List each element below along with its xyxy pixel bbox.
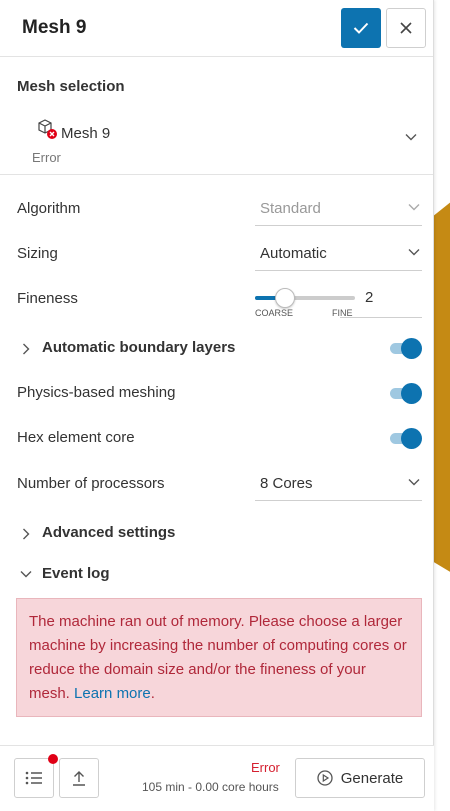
toggle-knob <box>401 383 422 404</box>
chevron-right-icon[interactable] <box>22 343 30 355</box>
export-button[interactable] <box>59 758 99 798</box>
event-log-row[interactable]: Event log <box>0 551 434 596</box>
generate-button[interactable]: Generate <box>295 758 425 798</box>
mesh-selection-dropdown[interactable]: Mesh 9 Error <box>0 105 433 175</box>
advanced-settings-label: Advanced settings <box>42 524 176 541</box>
advanced-settings-row[interactable]: Advanced settings <box>0 510 434 555</box>
physics-meshing-toggle[interactable] <box>390 382 422 404</box>
algorithm-select[interactable]: Standard <box>255 186 422 226</box>
confirm-button[interactable] <box>341 8 381 48</box>
processors-value: 8 Cores <box>260 475 313 492</box>
mesh-name: Mesh 9 <box>61 125 111 142</box>
boundary-layers-toggle[interactable] <box>390 337 422 359</box>
mesh-error-icon <box>38 119 57 139</box>
sizing-row: Sizing Automatic <box>0 231 434 276</box>
boundary-layers-row[interactable]: Automatic boundary layers <box>0 325 434 370</box>
notification-badge <box>48 754 58 764</box>
chevron-down-icon <box>408 479 420 486</box>
error-trailing: . <box>150 685 155 702</box>
algorithm-row: Algorithm Standard <box>0 186 434 231</box>
panel-header: Mesh 9 <box>0 0 433 57</box>
generate-label: Generate <box>340 769 404 787</box>
fineness-label: Fineness <box>17 290 78 307</box>
hex-core-row: Hex element core <box>0 415 434 460</box>
close-button[interactable] <box>386 8 426 48</box>
sizing-select[interactable]: Automatic <box>255 231 422 271</box>
toggle-knob <box>401 338 422 359</box>
check-icon <box>353 22 369 34</box>
chevron-down-icon <box>408 204 420 211</box>
hex-core-label: Hex element core <box>17 429 135 446</box>
play-icon <box>317 770 333 786</box>
toggle-knob <box>401 428 422 449</box>
chevron-down-icon <box>408 249 420 256</box>
hex-core-toggle[interactable] <box>390 427 422 449</box>
panel-footer: Error 105 min - 0.00 core hours Generate <box>0 745 434 811</box>
sizing-label: Sizing <box>17 245 58 262</box>
boundary-layers-label: Automatic boundary layers <box>42 339 236 356</box>
algorithm-value: Standard <box>260 200 321 217</box>
sizing-value: Automatic <box>260 245 327 262</box>
slider-min-label: COARSE <box>255 308 294 318</box>
upload-icon <box>73 771 85 786</box>
mesh-status: Error <box>32 150 61 165</box>
processors-row: Number of processors 8 Cores <box>0 461 434 506</box>
fineness-slider[interactable]: 2 COARSE FINE <box>255 288 395 319</box>
chevron-down-icon <box>405 134 417 141</box>
close-icon <box>400 22 412 34</box>
event-log-label: Event log <box>42 565 110 582</box>
usage-estimate: 105 min - 0.00 core hours <box>142 780 279 794</box>
mesh-panel: Mesh 9 Mesh selection Mesh 9 Error Algor… <box>0 0 434 811</box>
physics-meshing-label: Physics-based meshing <box>17 384 176 401</box>
fineness-input-underline <box>340 317 422 318</box>
chevron-down-icon[interactable] <box>20 570 32 578</box>
physics-meshing-row: Physics-based meshing <box>0 370 434 415</box>
slider-handle[interactable] <box>275 288 295 308</box>
learn-more-link[interactable]: Learn more <box>74 685 151 702</box>
chevron-right-icon[interactable] <box>22 528 30 540</box>
processors-label: Number of processors <box>17 475 165 492</box>
fineness-value: 2 <box>365 289 374 306</box>
mesh-selection-title: Mesh selection <box>17 78 125 95</box>
job-list-button[interactable] <box>14 758 54 798</box>
geometry-shape[interactable] <box>432 185 450 585</box>
processors-select[interactable]: 8 Cores <box>255 461 422 501</box>
status-label: Error <box>251 760 280 775</box>
panel-title: Mesh 9 <box>22 17 87 38</box>
algorithm-label: Algorithm <box>17 200 81 217</box>
event-log-error: The machine ran out of memory. Please ch… <box>16 598 422 717</box>
list-icon <box>25 771 42 785</box>
